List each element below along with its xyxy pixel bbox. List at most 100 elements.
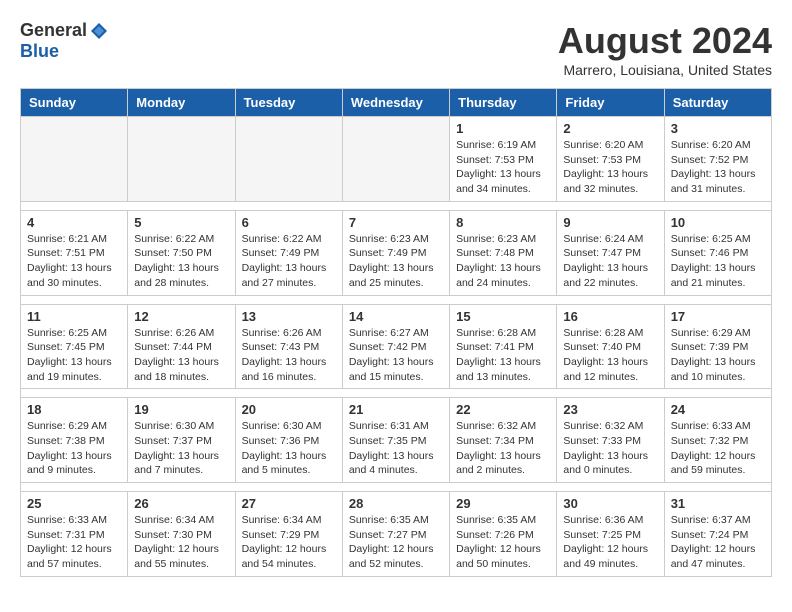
calendar-cell: 19Sunrise: 6:30 AMSunset: 7:37 PMDayligh… xyxy=(128,398,235,483)
day-number: 20 xyxy=(242,402,336,417)
day-info: Sunrise: 6:29 AMSunset: 7:39 PMDaylight:… xyxy=(671,326,765,385)
day-number: 2 xyxy=(563,121,657,136)
calendar-cell: 6 Sunrise: 6:22 AMSunset: 7:49 PMDaylight… xyxy=(235,210,342,295)
day-number: 13 xyxy=(242,309,336,324)
day-info: Sunrise: 6:28 AMSunset: 7:40 PMDaylight:… xyxy=(563,326,657,385)
calendar-cell: 4 Sunrise: 6:21 AMSunset: 7:51 PMDaylight… xyxy=(21,210,128,295)
calendar-cell: 9Sunrise: 6:24 AMSunset: 7:47 PMDaylight… xyxy=(557,210,664,295)
calendar-header-row: Sunday Monday Tuesday Wednesday Thursday… xyxy=(21,89,772,117)
calendar-cell: 12 Sunrise: 6:26 AMSunset: 7:44 PMDayligh… xyxy=(128,304,235,389)
location-text: Marrero, Louisiana, United States xyxy=(558,62,772,78)
day-info: Sunrise: 6:30 AMSunset: 7:36 PMDaylight:… xyxy=(242,419,336,478)
day-info: Sunrise: 6:20 AMSunset: 7:53 PMDaylight:… xyxy=(563,138,657,197)
separator-cell xyxy=(21,201,772,210)
col-wednesday: Wednesday xyxy=(342,89,449,117)
day-number: 9 xyxy=(563,215,657,230)
col-saturday: Saturday xyxy=(664,89,771,117)
day-info: Sunrise: 6:34 AMSunset: 7:30 PMDaylight:… xyxy=(134,513,228,572)
day-info: Sunrise: 6:33 AMSunset: 7:32 PMDaylight:… xyxy=(671,419,765,478)
week-row-2: 4 Sunrise: 6:21 AMSunset: 7:51 PMDaylight… xyxy=(21,210,772,295)
day-info: Sunrise: 6:28 AMSunset: 7:41 PMDaylight:… xyxy=(456,326,550,385)
week-separator xyxy=(21,201,772,210)
calendar-cell: 17Sunrise: 6:29 AMSunset: 7:39 PMDayligh… xyxy=(664,304,771,389)
separator-cell xyxy=(21,389,772,398)
calendar-cell: 29Sunrise: 6:35 AMSunset: 7:26 PMDayligh… xyxy=(450,492,557,577)
day-info: Sunrise: 6:37 AMSunset: 7:24 PMDaylight:… xyxy=(671,513,765,572)
day-number: 31 xyxy=(671,496,765,511)
month-title: August 2024 xyxy=(558,20,772,62)
day-info: Sunrise: 6:22 AMSunset: 7:50 PMDaylight:… xyxy=(134,232,228,291)
calendar-cell xyxy=(128,117,235,202)
calendar-cell: 11Sunrise: 6:25 AMSunset: 7:45 PMDayligh… xyxy=(21,304,128,389)
day-info: Sunrise: 6:32 AMSunset: 7:34 PMDaylight:… xyxy=(456,419,550,478)
calendar-cell: 14Sunrise: 6:27 AMSunset: 7:42 PMDayligh… xyxy=(342,304,449,389)
day-info: Sunrise: 6:29 AMSunset: 7:38 PMDaylight:… xyxy=(27,419,121,478)
day-number: 22 xyxy=(456,402,550,417)
day-info: Sunrise: 6:23 AMSunset: 7:49 PMDaylight:… xyxy=(349,232,443,291)
day-info: Sunrise: 6:26 AMSunset: 7:44 PMDaylight:… xyxy=(134,326,228,385)
calendar-cell: 23Sunrise: 6:32 AMSunset: 7:33 PMDayligh… xyxy=(557,398,664,483)
calendar-cell: 28Sunrise: 6:35 AMSunset: 7:27 PMDayligh… xyxy=(342,492,449,577)
calendar-cell: 27 Sunrise: 6:34 AMSunset: 7:29 PMDayligh… xyxy=(235,492,342,577)
calendar-cell: 21 Sunrise: 6:31 AMSunset: 7:35 PMDayligh… xyxy=(342,398,449,483)
calendar-cell: 26Sunrise: 6:34 AMSunset: 7:30 PMDayligh… xyxy=(128,492,235,577)
day-info: Sunrise: 6:21 AMSunset: 7:51 PMDaylight:… xyxy=(27,232,121,291)
calendar-cell: 16Sunrise: 6:28 AMSunset: 7:40 PMDayligh… xyxy=(557,304,664,389)
day-number: 5 xyxy=(134,215,228,230)
calendar-cell: 8Sunrise: 6:23 AMSunset: 7:48 PMDaylight… xyxy=(450,210,557,295)
separator-cell xyxy=(21,295,772,304)
day-info: Sunrise: 6:33 AMSunset: 7:31 PMDaylight:… xyxy=(27,513,121,572)
day-number: 21 xyxy=(349,402,443,417)
col-thursday: Thursday xyxy=(450,89,557,117)
calendar-cell: 5 Sunrise: 6:22 AMSunset: 7:50 PMDaylight… xyxy=(128,210,235,295)
day-number: 23 xyxy=(563,402,657,417)
logo-blue-text: Blue xyxy=(20,41,59,61)
logo-icon xyxy=(89,21,109,41)
calendar-cell: 13 Sunrise: 6:26 AMSunset: 7:43 PMDayligh… xyxy=(235,304,342,389)
day-info: Sunrise: 6:22 AMSunset: 7:49 PMDaylight:… xyxy=(242,232,336,291)
day-number: 24 xyxy=(671,402,765,417)
separator-cell xyxy=(21,483,772,492)
day-number: 6 xyxy=(242,215,336,230)
calendar-cell: 10Sunrise: 6:25 AMSunset: 7:46 PMDayligh… xyxy=(664,210,771,295)
calendar-cell: 31 Sunrise: 6:37 AMSunset: 7:24 PMDayligh… xyxy=(664,492,771,577)
day-number: 19 xyxy=(134,402,228,417)
day-info: Sunrise: 6:25 AMSunset: 7:45 PMDaylight:… xyxy=(27,326,121,385)
calendar-cell xyxy=(235,117,342,202)
day-info: Sunrise: 6:20 AMSunset: 7:52 PMDaylight:… xyxy=(671,138,765,197)
day-number: 25 xyxy=(27,496,121,511)
day-info: Sunrise: 6:27 AMSunset: 7:42 PMDaylight:… xyxy=(349,326,443,385)
calendar-cell xyxy=(342,117,449,202)
calendar-table: Sunday Monday Tuesday Wednesday Thursday… xyxy=(20,88,772,577)
calendar-cell: 30Sunrise: 6:36 AMSunset: 7:25 PMDayligh… xyxy=(557,492,664,577)
day-info: Sunrise: 6:35 AMSunset: 7:26 PMDaylight:… xyxy=(456,513,550,572)
week-row-5: 25 Sunrise: 6:33 AMSunset: 7:31 PMDayligh… xyxy=(21,492,772,577)
week-separator xyxy=(21,389,772,398)
calendar-cell: 24 Sunrise: 6:33 AMSunset: 7:32 PMDayligh… xyxy=(664,398,771,483)
day-number: 18 xyxy=(27,402,121,417)
day-info: Sunrise: 6:36 AMSunset: 7:25 PMDaylight:… xyxy=(563,513,657,572)
day-info: Sunrise: 6:31 AMSunset: 7:35 PMDaylight:… xyxy=(349,419,443,478)
logo: General Blue xyxy=(20,20,111,62)
calendar-cell: 1 Sunrise: 6:19 AMSunset: 7:53 PMDaylight… xyxy=(450,117,557,202)
day-number: 4 xyxy=(27,215,121,230)
day-number: 12 xyxy=(134,309,228,324)
day-number: 7 xyxy=(349,215,443,230)
calendar-cell: 20 Sunrise: 6:30 AMSunset: 7:36 PMDayligh… xyxy=(235,398,342,483)
col-sunday: Sunday xyxy=(21,89,128,117)
calendar-cell: 18 Sunrise: 6:29 AMSunset: 7:38 PMDayligh… xyxy=(21,398,128,483)
col-tuesday: Tuesday xyxy=(235,89,342,117)
col-monday: Monday xyxy=(128,89,235,117)
day-info: Sunrise: 6:26 AMSunset: 7:43 PMDaylight:… xyxy=(242,326,336,385)
week-row-4: 18 Sunrise: 6:29 AMSunset: 7:38 PMDayligh… xyxy=(21,398,772,483)
calendar-cell xyxy=(21,117,128,202)
page-header: General Blue August 2024 Marrero, Louisi… xyxy=(20,20,772,78)
day-number: 10 xyxy=(671,215,765,230)
day-info: Sunrise: 6:34 AMSunset: 7:29 PMDaylight:… xyxy=(242,513,336,572)
day-info: Sunrise: 6:19 AMSunset: 7:53 PMDaylight:… xyxy=(456,138,550,197)
day-info: Sunrise: 6:23 AMSunset: 7:48 PMDaylight:… xyxy=(456,232,550,291)
week-separator xyxy=(21,295,772,304)
week-row-3: 11Sunrise: 6:25 AMSunset: 7:45 PMDayligh… xyxy=(21,304,772,389)
day-number: 1 xyxy=(456,121,550,136)
day-number: 27 xyxy=(242,496,336,511)
